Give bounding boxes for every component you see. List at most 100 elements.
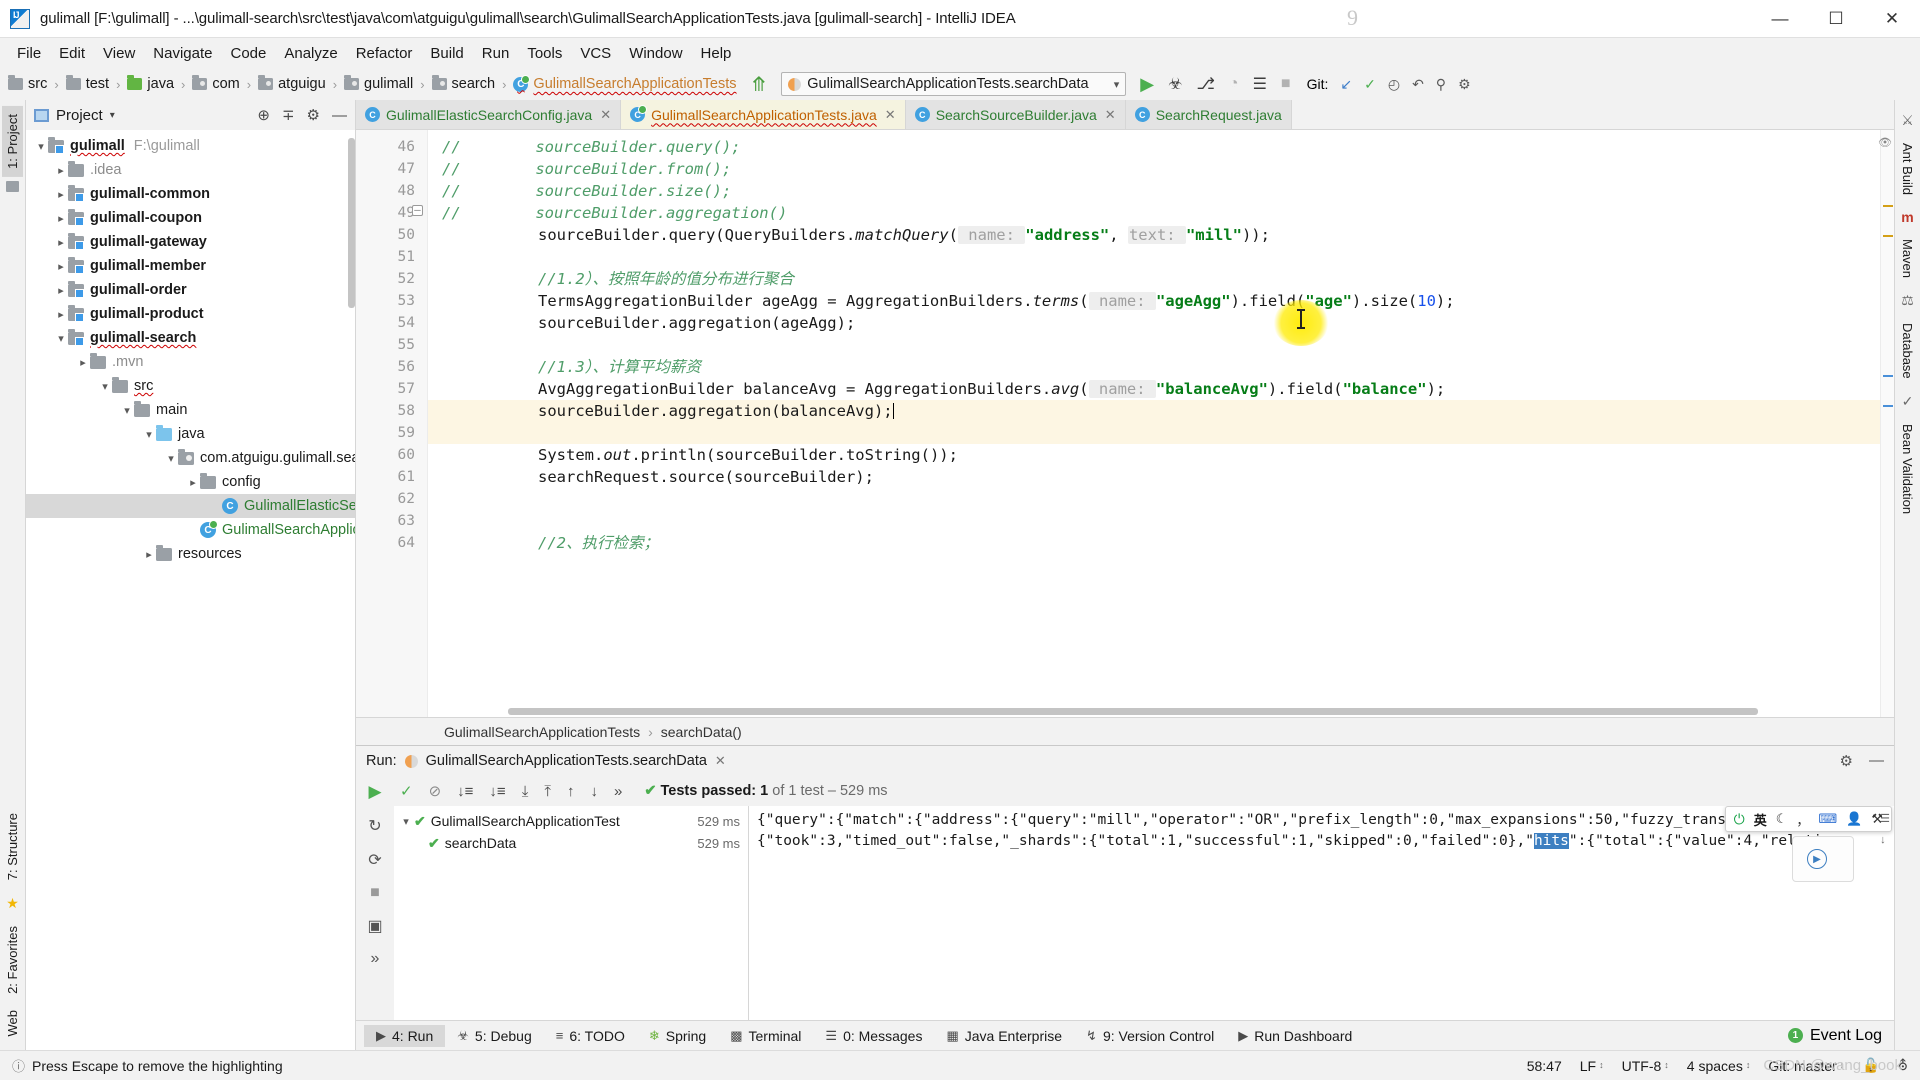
play-icon[interactable]: ▶ <box>1807 849 1827 869</box>
chevron-down-icon[interactable]: ▾ <box>110 110 115 121</box>
tree-row[interactable]: gulimall-gateway <box>26 230 355 254</box>
chevron-down-icon[interactable] <box>120 404 134 417</box>
project-tree-scrollbar[interactable] <box>348 138 355 308</box>
commit-icon[interactable]: ✓ <box>1364 76 1376 93</box>
tab-version-control[interactable]: ↯ 9: Version Control <box>1074 1025 1226 1047</box>
rollback-icon[interactable]: ↶ <box>1412 76 1424 93</box>
rerun-failed-icon[interactable]: ↻ <box>368 816 381 836</box>
sidebar-item-bean-validation[interactable]: Bean Validation <box>1897 416 1918 522</box>
chevron-down-icon[interactable] <box>34 140 48 153</box>
event-log-label[interactable]: Event Log <box>1810 1027 1882 1045</box>
console-output[interactable]: {"query":{"match":{"address":{"query":"m… <box>749 806 1894 1020</box>
screenshot-icon[interactable]: ▣ <box>367 916 382 936</box>
sidebar-item-web[interactable]: Web <box>2 1002 23 1045</box>
chevron-down-icon[interactable]: ▾ <box>398 815 414 828</box>
breadcrumb-gulimall[interactable]: gulimall <box>344 75 413 92</box>
menu-analyze[interactable]: Analyze <box>275 42 346 65</box>
tab-search-source-builder[interactable]: C SearchSourceBuilder.java ✕ <box>905 100 1126 129</box>
run-configuration-selector[interactable]: GulimallSearchApplicationTests.searchDat… <box>781 72 1127 96</box>
breadcrumb-java[interactable]: java <box>127 75 174 92</box>
tab-todo[interactable]: ≡ 6: TODO <box>544 1025 637 1047</box>
editor-gutter[interactable]: 46 47 48 49 50 51 52 53 54 55 56 57 58 5… <box>356 130 428 717</box>
chevron-right-icon[interactable] <box>186 476 200 489</box>
user-icon[interactable]: 👤 <box>1846 811 1862 827</box>
menu-vcs[interactable]: VCS <box>571 42 620 65</box>
menu-icon[interactable]: ☰ <box>1880 812 1890 825</box>
stop-icon[interactable]: ■ <box>370 884 380 902</box>
close-icon[interactable]: ✕ <box>1105 107 1116 123</box>
more-icon[interactable]: » <box>614 783 622 800</box>
tree-row[interactable]: gulimall-common <box>26 182 355 206</box>
ime-floating-widget[interactable]: ▶ <box>1792 836 1854 882</box>
menu-help[interactable]: Help <box>692 42 741 65</box>
tree-row[interactable]: java <box>26 422 355 446</box>
show-passed-icon[interactable]: ✓ <box>400 782 413 800</box>
chevron-right-icon[interactable] <box>54 212 68 225</box>
run-with-coverage-icon[interactable]: ⎇ <box>1196 74 1214 94</box>
breadcrumb-method[interactable]: searchData() <box>661 724 742 740</box>
tab-messages[interactable]: ☰ 0: Messages <box>813 1025 934 1047</box>
chevron-down-icon[interactable] <box>54 332 68 345</box>
moon-icon[interactable]: ☾ <box>1776 811 1788 827</box>
breadcrumb-src[interactable]: src <box>8 75 47 92</box>
sort-alphabetically-icon[interactable]: ↓≡ <box>457 783 473 800</box>
file-encoding[interactable]: UTF-8 ↕ <box>1622 1058 1669 1074</box>
stop-icon[interactable]: ■ <box>1281 75 1291 93</box>
search-everywhere-icon[interactable]: ⚲ <box>1436 76 1446 93</box>
minimize-button[interactable]: — <box>1752 0 1808 38</box>
tab-debug[interactable]: ☣ 5: Debug <box>445 1025 543 1047</box>
run-icon[interactable]: ▶ <box>1140 74 1154 95</box>
tree-row[interactable]: .idea <box>26 158 355 182</box>
chevron-right-icon[interactable] <box>54 308 68 321</box>
tab-spring[interactable]: ❄ Spring <box>637 1025 718 1047</box>
sidebar-item-maven[interactable]: Maven <box>1897 231 1918 286</box>
sidebar-item-database[interactable]: Database <box>1897 315 1918 387</box>
download-icon[interactable]: ↓ <box>1880 834 1890 846</box>
chevron-right-icon[interactable] <box>54 164 68 177</box>
breadcrumb-class[interactable]: C GulimallSearchApplicationTests <box>513 74 737 92</box>
hide-ignored-icon[interactable]: ⊘ <box>429 782 442 800</box>
sort-by-duration-icon[interactable]: ↓≡ <box>489 783 505 800</box>
attach-debugger-icon[interactable]: ☰ <box>1253 74 1267 94</box>
menu-edit[interactable]: Edit <box>50 42 94 65</box>
run-session-tab[interactable]: GulimallSearchApplicationTests.searchDat… <box>426 753 707 769</box>
chevron-right-icon[interactable] <box>54 236 68 249</box>
tree-row[interactable]: gulimall-search <box>26 326 355 350</box>
menu-file[interactable]: File <box>8 42 50 65</box>
ime-language-label[interactable]: 英 <box>1754 810 1767 829</box>
chevron-down-icon[interactable] <box>98 380 112 393</box>
close-icon[interactable]: ✕ <box>885 107 896 123</box>
debug-icon[interactable]: ☣ <box>1168 74 1182 94</box>
close-button[interactable]: ✕ <box>1864 0 1920 38</box>
tree-row[interactable]: C GulimallElasticSear <box>26 494 355 518</box>
project-tree[interactable]: gulimall F:\gulimall .idea gulimall-comm… <box>26 130 355 1050</box>
preview-icon[interactable]: 👁 <box>1878 136 1892 149</box>
tree-row[interactable]: src <box>26 374 355 398</box>
update-project-icon[interactable]: ↙ <box>1340 76 1352 93</box>
history-icon[interactable]: ◴ <box>1388 76 1400 93</box>
chevron-right-icon[interactable] <box>142 548 156 561</box>
arrow-up-icon[interactable]: ⤊ <box>751 72 768 97</box>
hide-icon[interactable]: — <box>332 107 347 124</box>
breadcrumb-search[interactable]: search <box>431 75 495 92</box>
next-icon[interactable]: ↓ <box>590 783 598 800</box>
menu-refactor[interactable]: Refactor <box>347 42 422 65</box>
close-icon[interactable]: ✕ <box>715 753 726 769</box>
keyboard-icon[interactable]: ⌨ <box>1818 811 1837 827</box>
toggle-auto-test-icon[interactable]: ⟳ <box>368 850 381 870</box>
tree-row[interactable]: gulimall-member <box>26 254 355 278</box>
collapse-all-icon[interactable]: ⤒ <box>544 783 551 800</box>
sidebar-item-structure[interactable]: 7: Structure <box>2 805 23 888</box>
chevron-right-icon[interactable] <box>54 260 68 273</box>
line-separator[interactable]: LF ↕ <box>1580 1058 1604 1074</box>
tree-row[interactable]: .mvn <box>26 350 355 374</box>
caret-position[interactable]: 58:47 <box>1527 1058 1562 1074</box>
ime-toolbar[interactable]: ⏻ 英 ☾ ， ⌨ 👤 ⚒ <box>1724 806 1892 832</box>
tree-row[interactable]: gulimall-coupon <box>26 206 355 230</box>
menu-code[interactable]: Code <box>221 42 275 65</box>
settings-icon[interactable]: ⚙ <box>1458 76 1471 93</box>
tree-row[interactable]: C GulimallSearchApplica <box>26 518 355 542</box>
profile-icon[interactable]: ◔ <box>1229 75 1239 93</box>
maximize-button[interactable]: ☐ <box>1808 0 1864 38</box>
power-icon[interactable]: ⏻ <box>1734 811 1745 828</box>
